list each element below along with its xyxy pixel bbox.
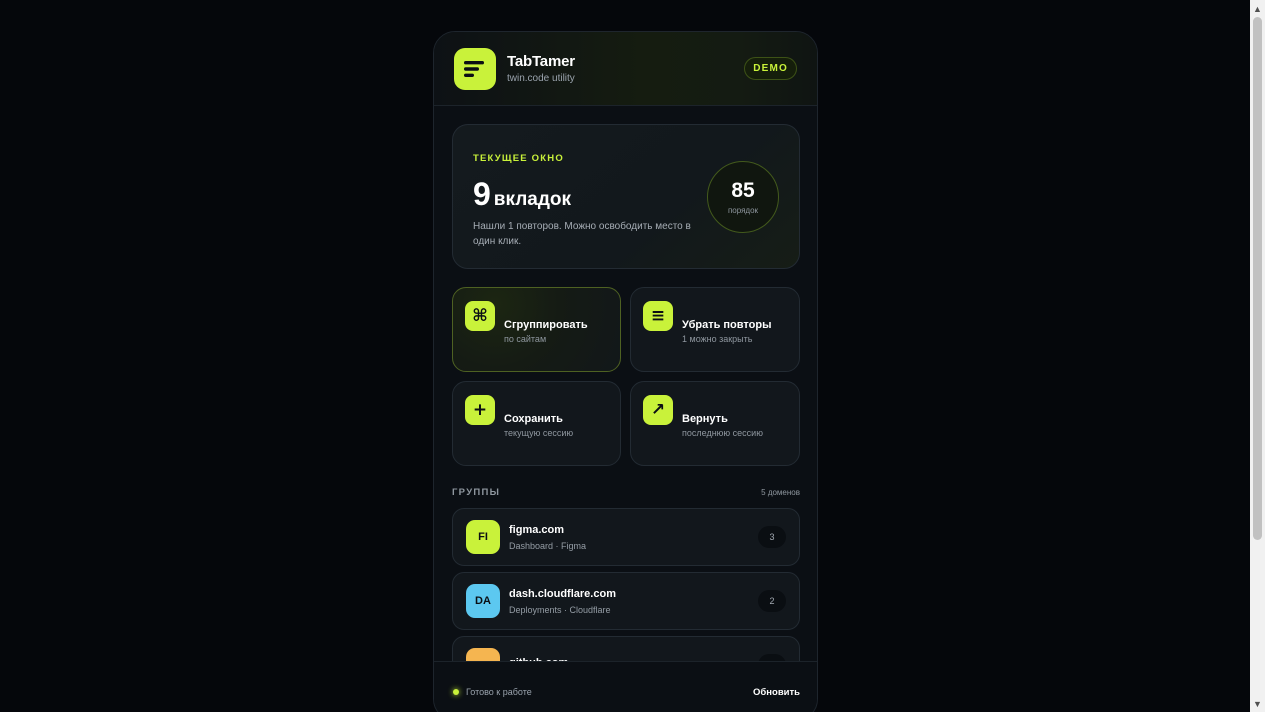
popup-header: TabTamer twin.code utility DEMO <box>434 32 817 106</box>
popup-content: ТЕКУЩЕЕ ОКНО 9 вкладок Нашли 1 повторов.… <box>452 124 800 700</box>
groups-title: ГРУППЫ <box>452 487 501 498</box>
action-subtitle: по сайтам <box>504 334 547 344</box>
app-title: TabTamer <box>507 53 575 70</box>
group-description: Deployments · Cloudflare <box>509 604 611 615</box>
group-domain: figma.com <box>509 523 565 536</box>
site-favicon: FI <box>466 520 500 554</box>
group-row-cloudflare[interactable]: DA dash.cloudflare.com Deployments · Clo… <box>452 572 800 630</box>
group-tab-count: 2 <box>758 590 786 612</box>
action-subtitle: 1 можно закрыть <box>682 334 753 344</box>
action-grid: ⌘ Сгруппировать по сайтам ≡ Убрать повто… <box>452 287 800 466</box>
current-window-card: ТЕКУЩЕЕ ОКНО 9 вкладок Нашли 1 повторов.… <box>452 124 800 269</box>
tab-count: 9 <box>473 176 491 212</box>
group-description: Dashboard · Figma <box>509 540 587 551</box>
order-score-value: 85 <box>731 179 755 202</box>
order-score-label: порядок <box>727 206 759 215</box>
restore-session-button[interactable]: ↗ Вернуть последнюю сессию <box>630 381 800 466</box>
group-domain: dash.cloudflare.com <box>509 587 616 600</box>
groups-domain-count: 5 доменов <box>761 488 800 497</box>
arrow-up-right-icon: ↗ <box>643 395 673 425</box>
group-tabs-button[interactable]: ⌘ Сгруппировать по сайтам <box>452 287 621 372</box>
status-text: Готово к работе <box>466 687 532 697</box>
demo-badge: DEMO <box>744 57 797 80</box>
action-subtitle: последнюю сессию <box>682 428 763 438</box>
duplicates-summary: Нашли 1 повторов. Можно освободить место… <box>473 221 691 247</box>
command-icon: ⌘ <box>465 301 495 331</box>
app-logo <box>454 47 496 90</box>
group-tab-count: 3 <box>758 526 786 548</box>
list-icon: ≡ <box>643 301 673 331</box>
scroll-down-arrow-icon[interactable]: ▼ <box>1250 695 1265 712</box>
scroll-up-arrow-icon[interactable]: ▲ <box>1250 0 1265 17</box>
menu-lines-icon <box>464 60 484 77</box>
action-subtitle: текущую сессию <box>504 428 574 438</box>
groups-header: ГРУППЫ 5 доменов <box>452 487 800 498</box>
action-title: Вернуть <box>682 413 728 425</box>
scroll-thumb[interactable] <box>1253 17 1262 540</box>
group-info: dash.cloudflare.com Deployments · Cloudf… <box>509 588 758 615</box>
tab-count-unit: вкладок <box>493 189 572 210</box>
action-title: Сгруппировать <box>504 319 588 331</box>
plus-icon: + <box>465 395 495 425</box>
status-dot-icon <box>453 689 459 695</box>
remove-duplicates-button[interactable]: ≡ Убрать повторы 1 можно закрыть <box>630 287 800 372</box>
refresh-button[interactable]: Обновить <box>753 687 800 698</box>
app-subtitle: twin.code utility <box>507 73 575 84</box>
action-title: Сохранить <box>504 413 563 425</box>
brand-block: TabTamer twin.code utility <box>507 53 744 84</box>
group-info: figma.com Dashboard · Figma <box>509 524 758 551</box>
save-session-button[interactable]: + Сохранить текущую сессию <box>452 381 621 466</box>
group-row-figma[interactable]: FI figma.com Dashboard · Figma 3 <box>452 508 800 566</box>
page-scrollbar[interactable]: ▲ ▼ <box>1250 0 1265 712</box>
extension-popup: TabTamer twin.code utility DEMO ТЕКУЩЕЕ … <box>433 31 818 712</box>
popup-footer: Готово к работе Обновить <box>434 661 817 712</box>
action-title: Убрать повторы <box>682 319 772 331</box>
order-score-ring: 85 порядок <box>707 161 779 233</box>
site-favicon: DA <box>466 584 500 618</box>
